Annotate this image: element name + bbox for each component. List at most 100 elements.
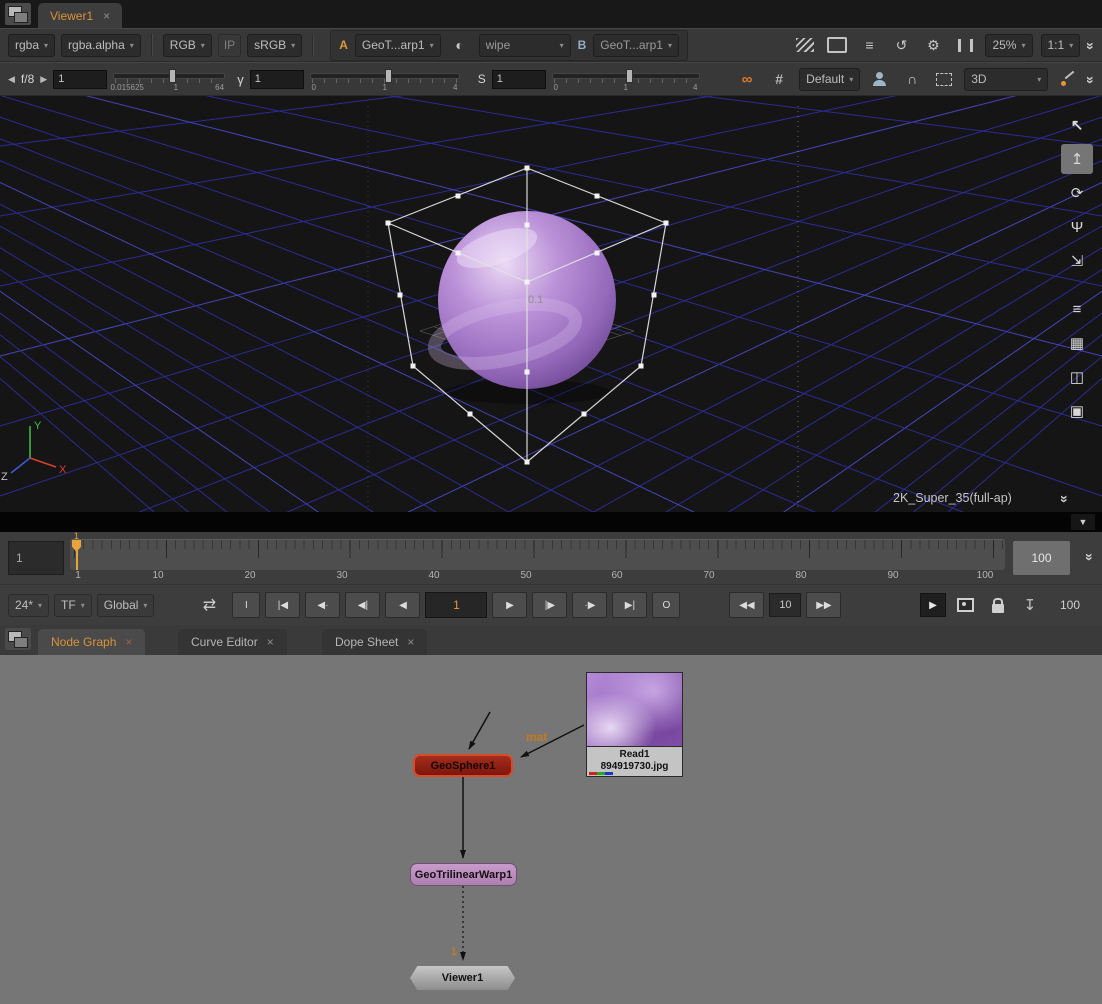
viewer-3d-viewport[interactable]: 0.1 Y X Z 2K_Super_35(full-ap) ↖ ↥ ⟳ Ψ ⇲… — [0, 96, 1102, 512]
alpha-dropdown[interactable]: rgba.alpha ▾ — [61, 34, 141, 57]
timeline-end-frame[interactable]: 100 — [1013, 541, 1070, 575]
saturation-slider[interactable]: 0 1 4 — [552, 64, 700, 94]
play-forward-button[interactable]: ▶ — [492, 592, 527, 618]
fit-frame-icon[interactable]: ▣ — [1061, 396, 1093, 426]
proxy-ratio-dropdown[interactable]: 1:1 ▾ — [1041, 34, 1081, 57]
stereo-glasses-icon[interactable]: ∞ — [735, 68, 759, 90]
scale-tool-icon[interactable]: ⇲ — [1061, 246, 1093, 276]
collaboration-people-icon[interactable] — [868, 68, 892, 90]
prev-keyframe-button[interactable]: ◀· — [305, 592, 340, 618]
info-strip-dropdown-icon[interactable]: ▼ — [1071, 514, 1095, 530]
input-process-button[interactable]: IP — [218, 34, 241, 57]
node-graph-canvas[interactable]: mat 1 Read1 894919730.jpg GeoSphere1 Geo… — [0, 655, 1102, 1004]
jump-forward-button[interactable]: ▶▶ — [806, 592, 841, 618]
region-select-icon[interactable] — [932, 68, 956, 90]
timeline-collapse-chevrons-icon[interactable]: » — [1082, 553, 1098, 559]
refresh-icon[interactable]: ↺ — [889, 34, 913, 56]
step-forward-button[interactable]: |▶ — [532, 592, 567, 618]
channels-dropdown[interactable]: rgba ▾ — [8, 34, 55, 57]
viewer-process-dropdown[interactable]: Default ▾ — [799, 68, 860, 91]
close-icon[interactable]: × — [103, 9, 110, 23]
tab-curve-editor[interactable]: Curve Editor × — [178, 629, 287, 655]
jump-back-button[interactable]: ◀◀ — [729, 592, 764, 618]
node-geotrilinearwarp1[interactable]: GeoTrilinearWarp1 — [410, 863, 517, 886]
goto-start-button[interactable]: |◀ — [265, 592, 300, 618]
joint-tool-icon[interactable]: Ψ — [1061, 212, 1093, 242]
frame-increment-field[interactable] — [769, 593, 801, 617]
viewer-toolbar2-right: ∞ # Default ▾ ∩ 3D ▾ » — [735, 68, 1094, 91]
rotate-tool-icon[interactable]: ⟳ — [1061, 178, 1093, 208]
alpha-label: rgba.alpha — [68, 38, 125, 52]
fps-dropdown[interactable]: 24* ▾ — [8, 594, 49, 617]
view-mode-dropdown[interactable]: 3D ▾ — [964, 68, 1048, 91]
layout-grid-icon[interactable]: ▦ — [1061, 328, 1093, 358]
gain-next-icon[interactable]: ▶ — [40, 74, 47, 85]
guides-grid-icon[interactable]: # — [767, 68, 791, 90]
gain-prev-icon[interactable]: ◀ — [8, 74, 15, 85]
range-mode-dropdown[interactable]: Global ▾ — [97, 594, 155, 617]
timeline-ruler[interactable] — [70, 539, 1005, 570]
gamma-symbol: γ — [237, 72, 244, 87]
cursor-select-icon[interactable]: ↖ — [1061, 110, 1093, 140]
monitor-output-icon[interactable] — [825, 34, 849, 56]
layer-list-icon[interactable]: ≡ — [857, 34, 881, 56]
pane-menu-icon[interactable] — [5, 3, 31, 25]
timeline-start-frame[interactable]: 1 — [8, 541, 64, 575]
node-viewer1[interactable]: Viewer1 — [410, 966, 515, 990]
scale-readout: 0.1 — [528, 294, 543, 306]
playhead[interactable] — [72, 540, 82, 570]
node-read1[interactable]: Read1 894919730.jpg — [586, 672, 683, 777]
snapshot-icon[interactable] — [954, 594, 978, 616]
pause-icon[interactable] — [953, 34, 977, 56]
roi-stripes-icon[interactable] — [793, 34, 817, 56]
fstop-label: f/8 — [21, 72, 34, 86]
translate-tool-icon[interactable]: ↥ — [1061, 144, 1093, 174]
next-keyframe-button[interactable]: ·▶ — [572, 592, 607, 618]
wipe-dial-icon[interactable]: ◐ — [448, 34, 472, 56]
layout-split-icon[interactable]: ◫ — [1061, 362, 1093, 392]
gamma-field[interactable] — [250, 70, 304, 89]
collapse-chevrons-icon[interactable]: » — [1083, 42, 1099, 48]
goto-end-button[interactable]: ▶| — [612, 592, 647, 618]
sphere-3d[interactable] — [429, 211, 616, 404]
gamma-slider[interactable]: 0 1 4 — [310, 64, 460, 94]
settings-gear-icon[interactable]: ⚙ — [921, 34, 945, 56]
b-input-dropdown[interactable]: GeoT...arp1 ▾ — [593, 34, 679, 57]
gain-field[interactable] — [53, 70, 107, 89]
close-icon[interactable]: × — [407, 635, 414, 649]
close-icon[interactable]: × — [267, 635, 274, 649]
render-download-icon[interactable]: ↧ — [1018, 594, 1042, 616]
tab-viewer1[interactable]: Viewer1 × — [38, 3, 122, 28]
step-back-button[interactable]: ◀| — [345, 592, 380, 618]
in-point-button[interactable]: I — [232, 592, 260, 618]
gizmo-overlay-icon[interactable] — [1056, 68, 1080, 90]
warp-cube-wireframe[interactable] — [388, 168, 666, 462]
lock-range-icon[interactable] — [986, 594, 1010, 616]
gain-slider[interactable]: 0.015625 1 64 — [113, 64, 225, 94]
tab-dope-sheet[interactable]: Dope Sheet × — [322, 629, 427, 655]
node-geosphere1[interactable]: GeoSphere1 — [413, 754, 513, 777]
colorspace-dropdown[interactable]: sRGB ▾ — [247, 34, 302, 57]
playback-loop-icon[interactable]: ⇄ — [197, 594, 221, 616]
a-input-dropdown[interactable]: GeoT...arp1 ▾ — [355, 34, 441, 57]
display-mode-dropdown[interactable]: RGB ▾ — [163, 34, 212, 57]
play-backward-button[interactable]: ◀ — [385, 592, 420, 618]
tf-dropdown[interactable]: TF ▾ — [54, 594, 92, 617]
viewport-3d-scene[interactable]: 0.1 Y X Z 2K_Super_35(full-ap) — [0, 96, 1102, 512]
viewer-tabbar: Viewer1 × — [0, 0, 1102, 28]
ab-compare-group: A GeoT...arp1 ▾ ◐ wipe ▾ B GeoT...arp1 ▾ — [330, 30, 688, 61]
transport-bar: 24* ▾ TF ▾ Global ▾ ⇄ I |◀ ◀· ◀| ◀ 1 ▶ |… — [0, 584, 1102, 625]
tab-node-graph[interactable]: Node Graph × — [38, 629, 145, 655]
close-icon[interactable]: × — [125, 635, 132, 649]
flipbook-button[interactable]: ▶ — [920, 593, 946, 617]
rolloff-curve-icon[interactable]: ∩ — [900, 68, 924, 90]
split-bars-icon[interactable]: ≡ — [1061, 294, 1093, 324]
out-point-button[interactable]: O — [652, 592, 680, 618]
collapse-chevrons-icon[interactable]: » — [1083, 76, 1099, 82]
saturation-field[interactable] — [492, 70, 546, 89]
pane-menu-icon[interactable] — [5, 628, 31, 650]
viewport-collapse-chevrons-icon[interactable]: » — [1057, 495, 1073, 501]
wipe-mode-dropdown[interactable]: wipe ▾ — [479, 34, 571, 57]
zoom-dropdown[interactable]: 25% ▾ — [985, 34, 1032, 57]
current-frame-field[interactable]: 1 — [425, 592, 487, 618]
